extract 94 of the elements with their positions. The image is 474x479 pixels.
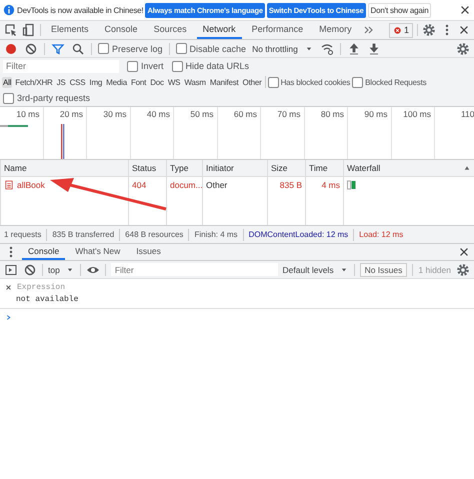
timeline-tick: 20 ms xyxy=(60,109,83,119)
sidebar-icon[interactable] xyxy=(4,262,18,276)
table-cell: 835 B xyxy=(280,180,302,190)
panel-tab[interactable]: Memory xyxy=(313,21,358,39)
timeline-tick: 70 ms xyxy=(277,109,300,119)
timeline-tick: 30 ms xyxy=(103,109,126,119)
timeline-event-markers xyxy=(61,124,65,159)
timeline-tick: 60 ms xyxy=(234,109,257,119)
clear-icon[interactable] xyxy=(24,42,38,56)
record-icon[interactable] xyxy=(4,42,18,56)
checkbox[interactable] xyxy=(268,76,279,88)
error-badge[interactable]: 1 xyxy=(388,22,413,38)
info-icon xyxy=(3,4,15,16)
table-cell: 404 xyxy=(132,180,146,190)
close-icon[interactable] xyxy=(458,24,470,36)
status-text: Load: 12 ms xyxy=(359,230,404,239)
table-cell: docum... xyxy=(170,180,203,190)
table-cell: Other xyxy=(206,180,228,190)
column-header[interactable]: Waterfall xyxy=(347,163,380,173)
checkbox[interactable] xyxy=(172,60,183,72)
timeline-tick: 10 ms xyxy=(16,109,40,119)
hidden-count: 1 hidden xyxy=(418,264,451,274)
search-icon[interactable] xyxy=(71,42,85,56)
inspect-icon[interactable] xyxy=(4,23,18,37)
type-filter[interactable]: JS xyxy=(56,76,67,88)
checkbox[interactable] xyxy=(176,43,187,54)
type-filter[interactable]: All xyxy=(2,76,12,88)
timeline-tick: 90 ms xyxy=(364,109,388,119)
type-filter[interactable]: WS xyxy=(166,76,182,88)
checkbox-label: Blocked Requests xyxy=(365,78,426,86)
type-filter[interactable]: Wasm xyxy=(183,76,207,88)
drawer-tab[interactable]: Issues xyxy=(130,244,167,260)
type-filter[interactable]: Doc xyxy=(149,76,165,88)
close-icon[interactable] xyxy=(459,4,471,16)
timeline-tick: 100 ms xyxy=(403,109,431,119)
infobar-button[interactable]: Don't show again xyxy=(368,2,432,18)
waterfall-bar xyxy=(347,180,357,190)
status-text: Finish: 4 ms xyxy=(194,230,238,239)
checkbox-label: Preserve log xyxy=(112,44,163,54)
type-filter[interactable]: Fetch/XHR xyxy=(14,76,54,88)
panel-tab[interactable]: Sources xyxy=(148,21,193,39)
timeline-tick: 50 ms xyxy=(190,109,214,119)
info-message: DevTools is now available in Chinese! xyxy=(17,6,144,14)
console-filter-field[interactable]: Filter xyxy=(110,263,278,276)
type-filter[interactable]: Font xyxy=(130,76,148,88)
type-filter[interactable]: Media xyxy=(105,76,128,88)
panel-tab[interactable]: Performance xyxy=(246,21,310,39)
drawer-tab[interactable]: What's New xyxy=(69,244,126,260)
status-text: 648 B resources xyxy=(125,230,184,239)
checkbox[interactable] xyxy=(127,60,138,72)
issues-button[interactable]: No Issues xyxy=(360,262,408,276)
upload-icon[interactable] xyxy=(346,42,361,56)
timeline-request-bar xyxy=(0,125,28,127)
checkbox-label: 3rd-party requests xyxy=(17,93,90,103)
status-text: 1 requests xyxy=(4,230,42,239)
type-filter[interactable]: Img xyxy=(88,76,104,88)
panel-tab[interactable]: Console xyxy=(98,21,144,39)
sort-icon[interactable] xyxy=(463,164,471,172)
settings-icon[interactable] xyxy=(422,23,436,37)
network-conditions-icon[interactable] xyxy=(320,42,334,56)
context-dropdown[interactable]: top xyxy=(48,264,60,274)
levels-dropdown[interactable]: Default levels xyxy=(282,264,334,274)
status-text: DOMContentLoaded: 12 ms xyxy=(248,230,348,239)
checkbox-label: Invert xyxy=(141,61,164,71)
close-drawer-icon[interactable] xyxy=(458,246,470,258)
timeline-tick: 80 ms xyxy=(320,109,344,119)
document-icon xyxy=(4,180,14,190)
error-icon xyxy=(392,26,402,34)
checkbox[interactable] xyxy=(98,43,109,54)
request-name[interactable]: allBook xyxy=(17,180,45,190)
checkbox-label: Has blocked cookies xyxy=(280,78,350,86)
filter-field[interactable]: Filter xyxy=(3,60,119,72)
device-icon[interactable] xyxy=(22,23,36,37)
timeline-tick: 40 ms xyxy=(146,109,170,119)
timeline-tick: 110 xyxy=(460,109,474,119)
console-settings-icon[interactable] xyxy=(456,262,470,276)
filter-icon[interactable] xyxy=(51,42,65,56)
panel-tab[interactable]: Elements xyxy=(45,21,95,39)
checkbox-label: Hide data URLs xyxy=(186,61,250,71)
type-filter[interactable]: Manifest xyxy=(208,76,240,88)
type-filter[interactable]: CSS xyxy=(68,76,86,88)
clear-console-icon[interactable] xyxy=(23,262,37,276)
network-settings-icon[interactable] xyxy=(456,42,470,56)
type-filter[interactable]: Other xyxy=(242,76,263,88)
column-header[interactable]: Name xyxy=(4,163,27,173)
checkbox-label: Disable cache xyxy=(190,44,246,54)
remove-expression-icon[interactable] xyxy=(4,283,13,292)
throttling-dropdown[interactable]: No throttling xyxy=(252,44,298,54)
checkbox[interactable] xyxy=(3,92,14,104)
checkbox[interactable] xyxy=(352,76,364,88)
prompt-icon xyxy=(4,313,13,322)
status-text: 835 B transferred xyxy=(52,230,114,239)
expression-value: not available xyxy=(15,294,80,304)
table-cell: 4 ms xyxy=(322,180,340,190)
